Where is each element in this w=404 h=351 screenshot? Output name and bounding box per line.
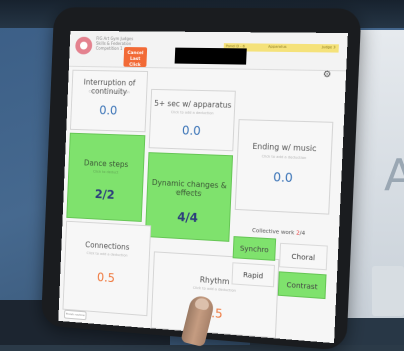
tablet: FIG Art Gym Judges Skills & Federation C…	[0, 0, 404, 351]
tile-hint: Click to add a deduction	[170, 110, 214, 116]
tile-value: 0.0	[272, 170, 294, 186]
finish-routine-button[interactable]: Finish routine	[63, 309, 87, 321]
apparatus-tile[interactable]: 5+ sec w/ apparatus Click to add a deduc…	[148, 88, 236, 152]
tile-value: 0.0	[181, 123, 202, 139]
synchro-option[interactable]: Synchro	[232, 236, 277, 261]
dance-steps-tile[interactable]: Dance steps Click to deduct 2/2	[66, 132, 146, 222]
judge-tag: Judge 3	[321, 45, 336, 50]
option-label: Choral	[291, 252, 316, 263]
collective-work-current: 2	[295, 230, 300, 237]
collective-work-title: Collective work	[252, 228, 295, 237]
settings-icon[interactable]: ⚙	[319, 70, 334, 81]
option-label: Contrast	[286, 281, 318, 292]
contrast-option[interactable]: Contrast	[277, 271, 327, 300]
logo-mark	[79, 41, 88, 50]
option-label: Rapid	[242, 271, 264, 281]
ending-music-tile[interactable]: Ending w/ music Click to add a deduction…	[234, 119, 334, 215]
interruption-tile[interactable]: Interruption of continuity Click to add …	[69, 69, 149, 133]
tile-value: 0.0	[98, 103, 118, 118]
tile-title: 5+ sec w/ apparatus	[154, 98, 232, 110]
collective-work-total: 4	[301, 230, 306, 238]
tile-value: 0.5	[203, 305, 223, 322]
cancel-last-click-button[interactable]: Cancel Last Click	[123, 47, 148, 68]
tile-title: Ending w/ music	[252, 141, 317, 154]
finger-nail	[193, 296, 211, 312]
tile-title: Dance steps	[83, 158, 129, 170]
connections-tile[interactable]: Connections Click to add a deduction 0.5	[62, 220, 152, 317]
rapid-option[interactable]: Rapid	[231, 262, 275, 288]
option-label: Synchro	[239, 244, 269, 255]
app-header: FIG Art Gym Judges Skills & Federation C…	[68, 30, 348, 72]
apparatus-tag: Apparatus	[268, 44, 287, 49]
tile-value: 4/4	[176, 209, 199, 226]
tile-hint: Click to deduct	[92, 169, 119, 175]
choral-option[interactable]: Choral	[279, 242, 328, 271]
tile-value: 2/2	[94, 187, 115, 202]
federation-logo-icon	[75, 36, 93, 55]
redacted-block	[174, 47, 247, 65]
dynamic-changes-tile[interactable]: Dynamic changes & effects Click to deduc…	[144, 152, 234, 242]
tile-value: 0.5	[96, 270, 116, 286]
tile-hint: Click to add a deduction	[261, 154, 307, 161]
